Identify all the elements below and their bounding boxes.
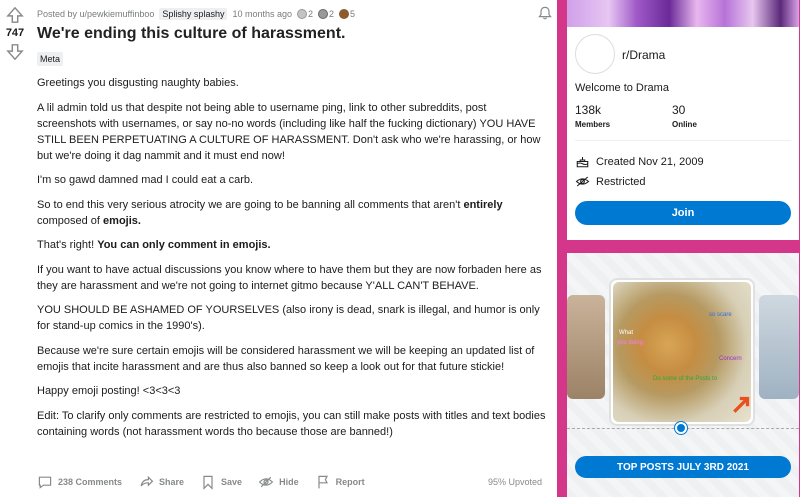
save-button[interactable]: Save <box>200 474 242 490</box>
share-button[interactable]: Share <box>138 474 184 490</box>
body-paragraph: Edit: To clarify only comments are restr… <box>37 409 546 438</box>
join-button[interactable]: Join <box>575 201 791 225</box>
carousel-next-image[interactable] <box>759 295 799 399</box>
top-posts-button[interactable]: TOP POSTS JULY 3RD 2021 <box>575 456 791 478</box>
body-paragraph: That's right! You can only comment in em… <box>37 239 271 251</box>
community-avatar[interactable] <box>575 34 615 74</box>
post-title[interactable]: We're ending this culture of harassment. <box>37 25 345 43</box>
carousel-prev-image[interactable] <box>567 295 605 399</box>
doge-meme-image: What you doing so scare Concern Do some … <box>613 282 751 422</box>
community-name[interactable]: r/Drama <box>622 48 665 62</box>
post-actions: 238 Comments Share Save Hide Report 95% … <box>37 472 552 492</box>
community-card: r/Drama Welcome to Drama 138k Members 30… <box>567 0 799 240</box>
body-paragraph: I'm so gawd damned mad I could eat a car… <box>37 174 254 186</box>
award-helpful-icon <box>297 9 307 19</box>
share-icon <box>140 475 154 487</box>
carousel-dot[interactable] <box>675 422 687 434</box>
body-paragraph: YOU SHOULD BE ASHAMED OF YOURSELVES (als… <box>37 304 540 332</box>
body-paragraph: If you want to have actual discussions y… <box>37 263 542 292</box>
award-wholesome[interactable]: 2 <box>318 9 334 19</box>
posted-by-link[interactable]: Posted by u/pewkiemuffinboo <box>37 9 154 19</box>
flag-icon <box>317 475 328 489</box>
body-paragraph: A lil admin told us that despite not bei… <box>37 101 541 162</box>
body-paragraph: Because we're sure certain emojis will b… <box>37 344 535 373</box>
online-stat: 30 Online <box>672 103 697 129</box>
bookmark-icon <box>203 475 213 490</box>
downvote-icon[interactable] <box>6 43 24 61</box>
eye-slash-icon <box>258 476 274 488</box>
eye-icon <box>575 176 590 187</box>
post-flair[interactable]: Meta <box>37 52 64 66</box>
top-posts-card: What you doing so scare Concern Do some … <box>567 253 799 497</box>
hide-button[interactable]: Hide <box>258 474 299 490</box>
post-body: Greetings you disgusting naughty babies.… <box>37 75 547 448</box>
online-label: Online <box>672 120 697 129</box>
restricted-row: Restricted <box>575 174 646 189</box>
post-time[interactable]: 10 months ago <box>232 9 292 19</box>
comment-icon <box>38 476 52 489</box>
vote-count: 747 <box>5 27 25 39</box>
upvote-icon[interactable] <box>6 6 24 24</box>
bell-icon[interactable] <box>537 5 553 21</box>
post-meta: Posted by u/pewkiemuffinboo Splishy spla… <box>37 7 355 21</box>
award-bear[interactable]: 5 <box>339 9 355 19</box>
vote-column: 747 <box>0 0 30 497</box>
community-description: Welcome to Drama <box>575 82 669 94</box>
report-button[interactable]: Report <box>315 474 365 490</box>
body-paragraph: So to end this very serious atrocity we … <box>37 198 503 227</box>
online-count: 30 <box>672 103 686 117</box>
award-wholesome-icon <box>318 9 329 19</box>
post-card: 747 Posted by u/pewkiemuffinboo Splishy … <box>0 0 557 497</box>
user-flair: Splishy splashy <box>159 8 228 20</box>
community-banner <box>567 0 799 27</box>
comments-button[interactable]: 238 Comments <box>37 474 122 490</box>
members-label: Members <box>575 120 611 129</box>
created-row: Created Nov 21, 2009 <box>575 154 704 169</box>
body-paragraph: Happy emoji posting! <3<3<3 <box>37 385 181 397</box>
award-helpful[interactable]: 2 <box>297 9 313 19</box>
body-paragraph: Greetings you disgusting naughty babies. <box>37 77 239 89</box>
carousel-current-card[interactable]: What you doing so scare Concern Do some … <box>609 278 755 426</box>
upvote-ratio: 95% Upvoted <box>487 477 542 487</box>
award-bear-icon <box>339 9 350 19</box>
arrow-icon <box>733 396 750 413</box>
members-count: 138k <box>575 103 602 117</box>
cake-icon <box>576 157 589 168</box>
members-stat: 138k Members <box>575 103 610 129</box>
divider <box>575 140 791 141</box>
